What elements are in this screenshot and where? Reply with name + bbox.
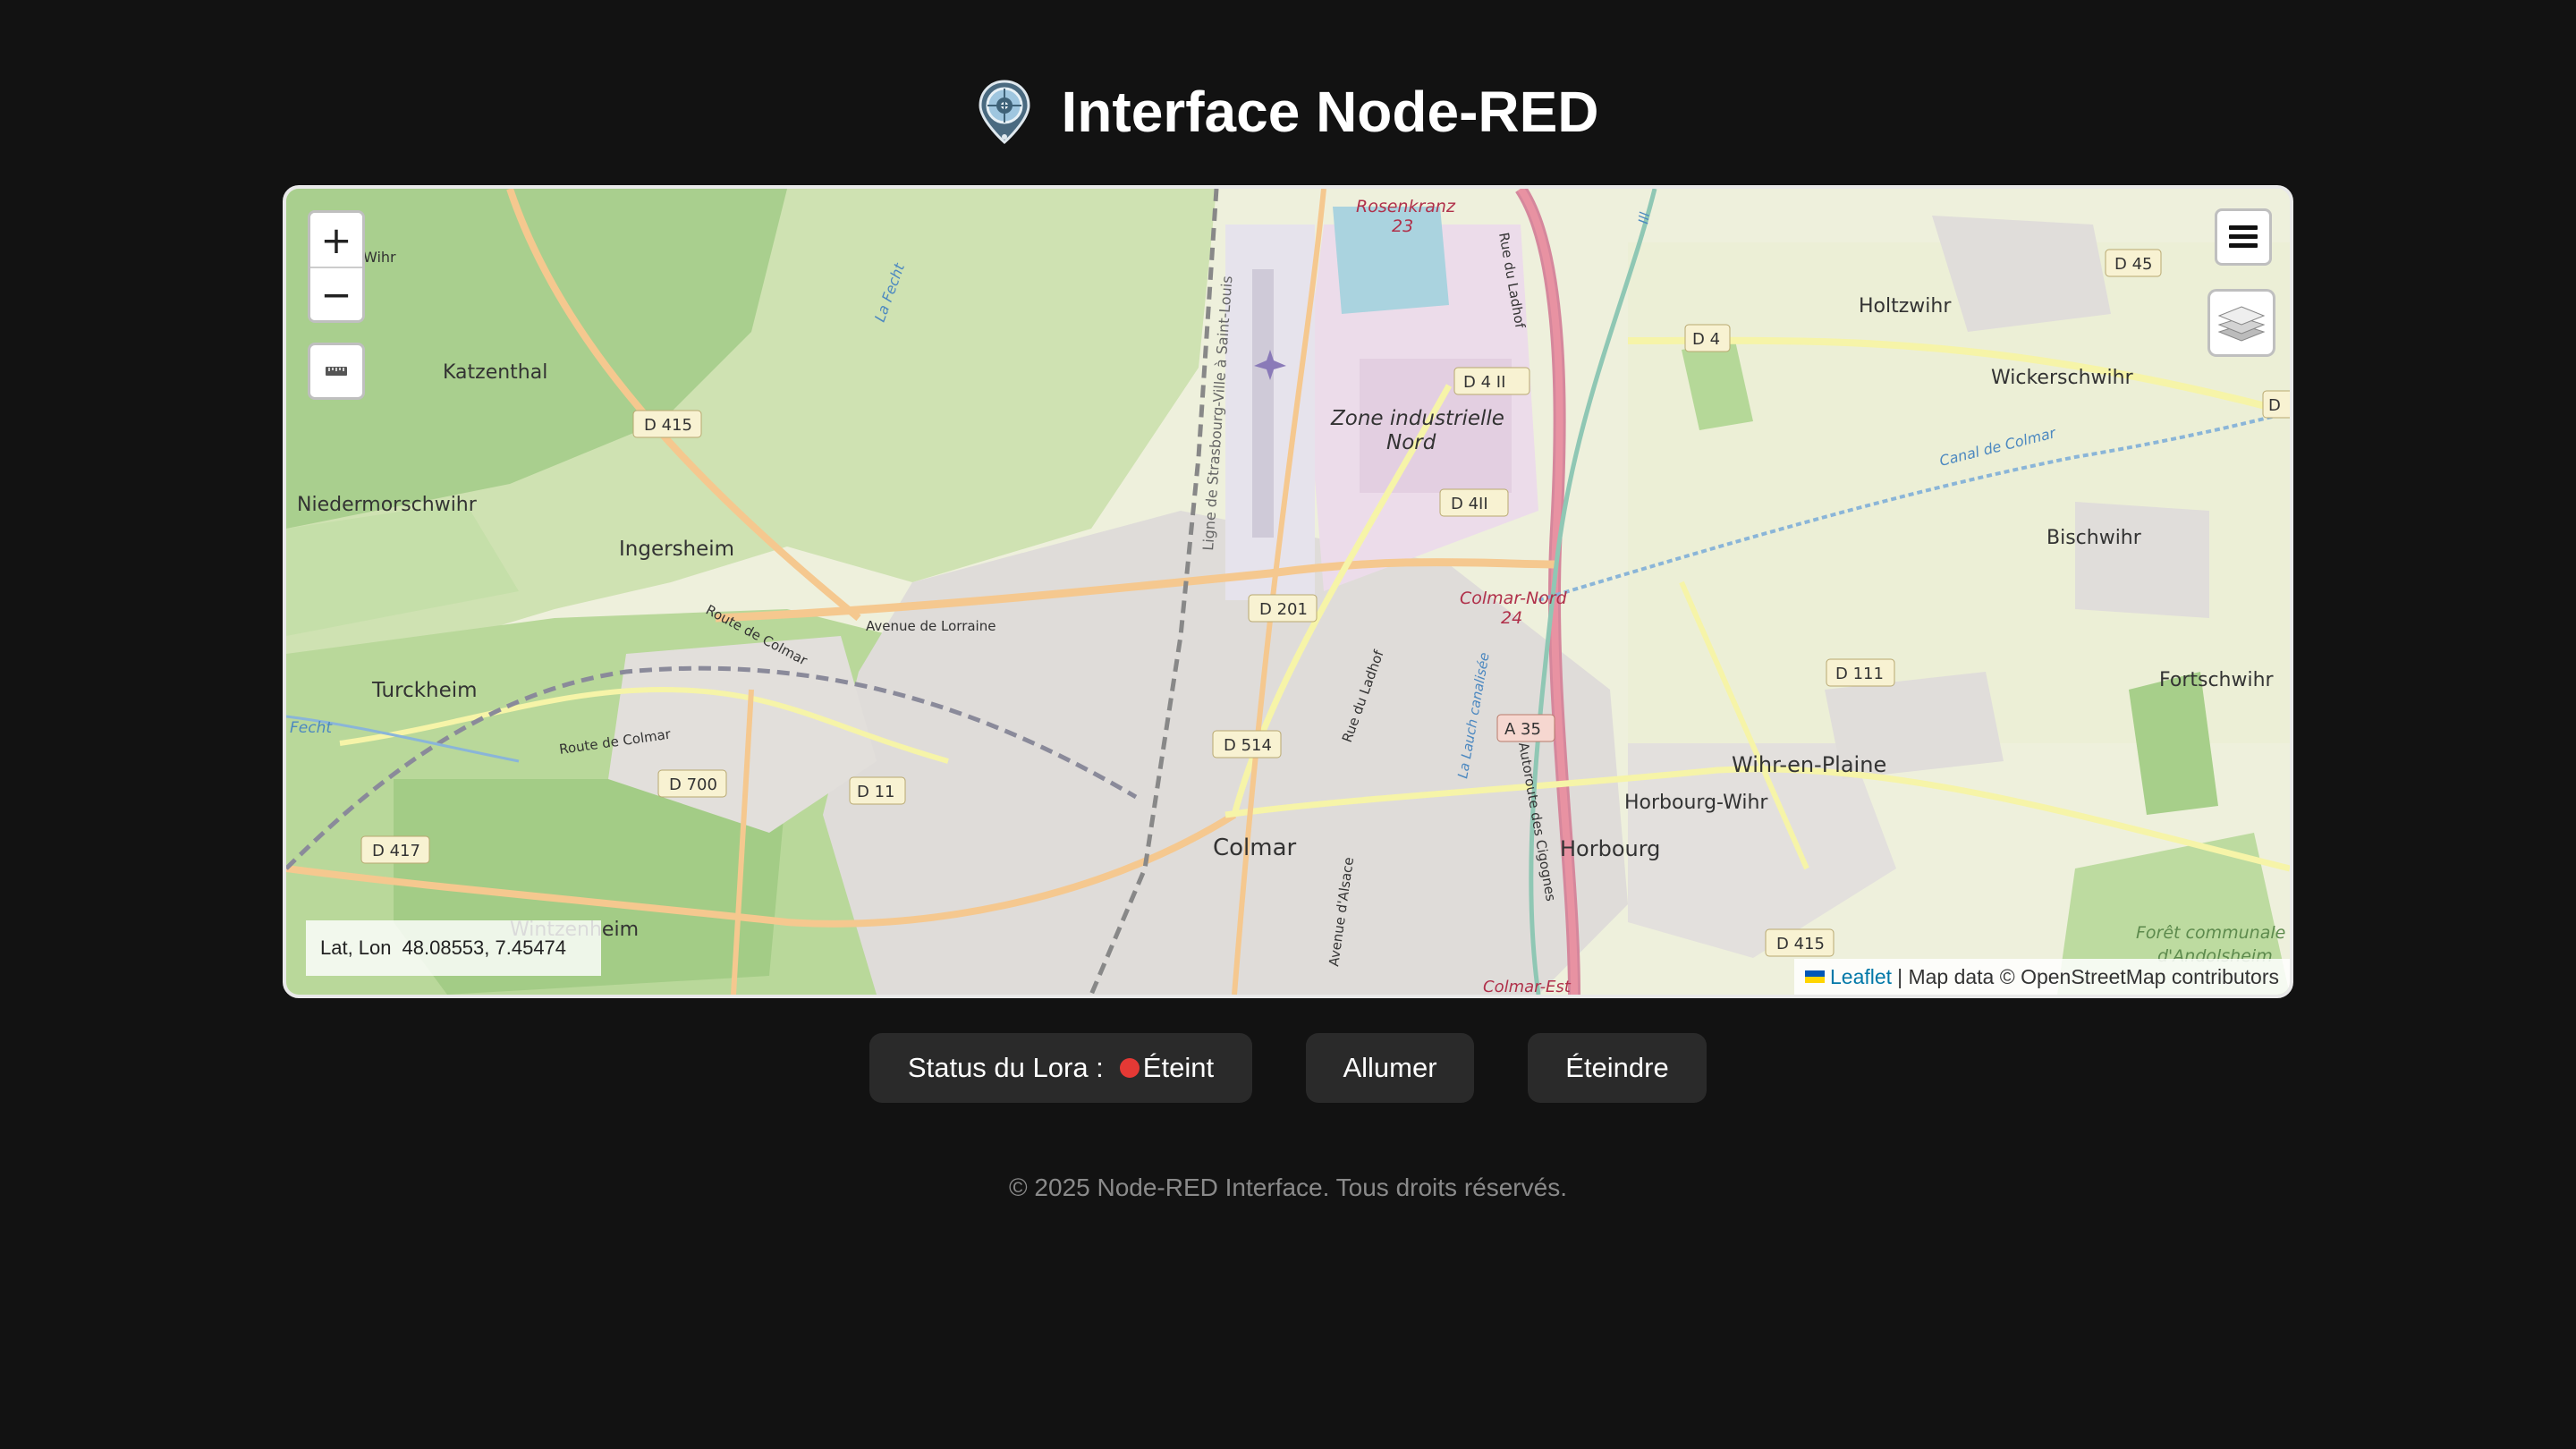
turn-off-button[interactable]: Éteindre [1528, 1033, 1707, 1103]
svg-text:D 415: D 415 [644, 416, 692, 435]
coordinates-value: 48.08553, 7.45474 [402, 936, 567, 959]
map-label-horbourg: Horbourg [1560, 836, 1660, 861]
road-shield-d514: D 514 [1212, 730, 1282, 758]
map-label-wihr: Wihr [363, 249, 396, 266]
lora-status: Status du Lora : Éteint [869, 1033, 1252, 1103]
layers-icon [2217, 306, 2266, 342]
layers-button[interactable] [2207, 289, 2275, 357]
turn-on-button[interactable]: Allumer [1306, 1033, 1474, 1103]
page-title: Interface Node-RED [1061, 80, 1599, 144]
road-shield-d415-b: D 415 [1765, 928, 1835, 957]
svg-text:D 417: D 417 [372, 842, 420, 860]
map-label-bischwihr: Bischwihr [2046, 527, 2142, 549]
map-label-horbourg-wihr: Horbourg-Wihr [1624, 792, 1768, 814]
road-shield-d111: D 111 [1826, 658, 1895, 687]
zoom-out-button[interactable]: − [310, 267, 362, 320]
svg-text:D 415: D 415 [1776, 935, 1825, 953]
measure-button[interactable] [308, 343, 365, 400]
hamburger-icon [2229, 225, 2258, 248]
attribution-text: | Map data © OpenStreetMap contributors [1897, 964, 2279, 988]
svg-text:D 700: D 700 [669, 775, 717, 794]
map-label-wihr-en-plaine: Wihr-en-Plaine [1732, 752, 1886, 777]
coordinates-label: Lat, Lon [320, 936, 392, 959]
ukraine-flag-icon [1805, 970, 1826, 983]
map-label-colmar-nord: Colmar-Nord [1460, 589, 1568, 608]
page-header: Interface Node-RED [0, 72, 2576, 152]
svg-text:D 4 II: D 4 II [1463, 373, 1505, 392]
map-label-rosenkranz-no: 23 [1392, 216, 1413, 236]
map-label-fecht-2: Fecht [290, 719, 333, 737]
road-shield-d700: D 700 [657, 769, 727, 798]
map-label-foret: Forêt communale [2136, 923, 2285, 943]
zoom-control: + − [308, 210, 365, 323]
road-shield-d415: D 415 [632, 410, 702, 438]
map-label-zone-industrielle: Zone industrielle [1330, 407, 1504, 430]
map-label-zone-nord: Nord [1386, 431, 1436, 454]
map-label-katzenthal: Katzenthal [443, 361, 547, 384]
svg-text:D 45: D 45 [2114, 255, 2153, 274]
map-label-colmar-nord-no: 24 [1501, 608, 1522, 628]
road-shield-d45: D 45 [2105, 249, 2162, 277]
road-shield-d417: D 417 [360, 835, 430, 864]
road-shield-d4ii: D 4 II [1453, 367, 1530, 395]
map-attribution: Leaflet | Map data © OpenStreetMap contr… [1794, 959, 2290, 995]
menu-button[interactable] [2215, 208, 2272, 266]
footer-text: © 2025 Node-RED Interface. Tous droits r… [1009, 1174, 1567, 1201]
ruler-icon [326, 367, 347, 376]
status-value: Éteint [1142, 1052, 1215, 1083]
map-label-colmar-est: Colmar-Est [1483, 978, 1572, 995]
map-tiles[interactable]: Katzenthal Niedermorschwihr Ingersheim T… [286, 189, 2290, 995]
map-label-wickerschwihr: Wickerschwihr [1991, 367, 2134, 389]
zoom-in-button[interactable]: + [310, 213, 362, 267]
status-dot-icon [1119, 1058, 1140, 1078]
road-shield-d201: D 201 [1248, 594, 1318, 623]
map-label-ingersheim: Ingersheim [619, 538, 734, 561]
road-shield-a35: A 35 [1496, 714, 1555, 742]
status-label: Status du Lora : [907, 1052, 1104, 1083]
svg-text:D 514: D 514 [1224, 736, 1272, 755]
map-label-rosenkranz: Rosenkranz [1356, 197, 1456, 216]
road-shield-d11: D 11 [849, 776, 906, 805]
coordinates-readout: Lat, Lon 48.08553, 7.45474 [306, 920, 601, 976]
map-view[interactable]: Katzenthal Niedermorschwihr Ingersheim T… [283, 185, 2293, 998]
map-label-fortschwihr: Fortschwihr [2159, 669, 2275, 691]
map-label-niedermorschwihr: Niedermorschwihr [297, 494, 478, 516]
map-label-holtzwihr: Holtzwihr [1859, 295, 1952, 318]
road-shield-d4ii-b: D 4II [1439, 488, 1509, 517]
svg-text:D 111: D 111 [1835, 665, 1884, 683]
map-pin-icon [978, 80, 1030, 144]
map-label-colmar: Colmar [1213, 835, 1297, 861]
svg-text:D: D [2268, 396, 2281, 415]
svg-text:D 11: D 11 [857, 783, 895, 801]
leaflet-link[interactable]: Leaflet [1830, 965, 1892, 989]
svg-text:D 201: D 201 [1259, 600, 1308, 619]
controls-bar: Status du Lora : Éteint Allumer Éteindre [0, 1033, 2576, 1103]
svg-text:A 35: A 35 [1504, 720, 1541, 739]
map-label-avenue-lorraine: Avenue de Lorraine [866, 618, 996, 634]
road-shield-d-edge: D [2262, 390, 2290, 419]
road-shield-d4: D 4 [1684, 324, 1731, 352]
svg-text:D 4II: D 4II [1451, 495, 1488, 513]
map-label-turckheim: Turckheim [371, 679, 478, 702]
svg-text:D 4: D 4 [1692, 330, 1720, 349]
